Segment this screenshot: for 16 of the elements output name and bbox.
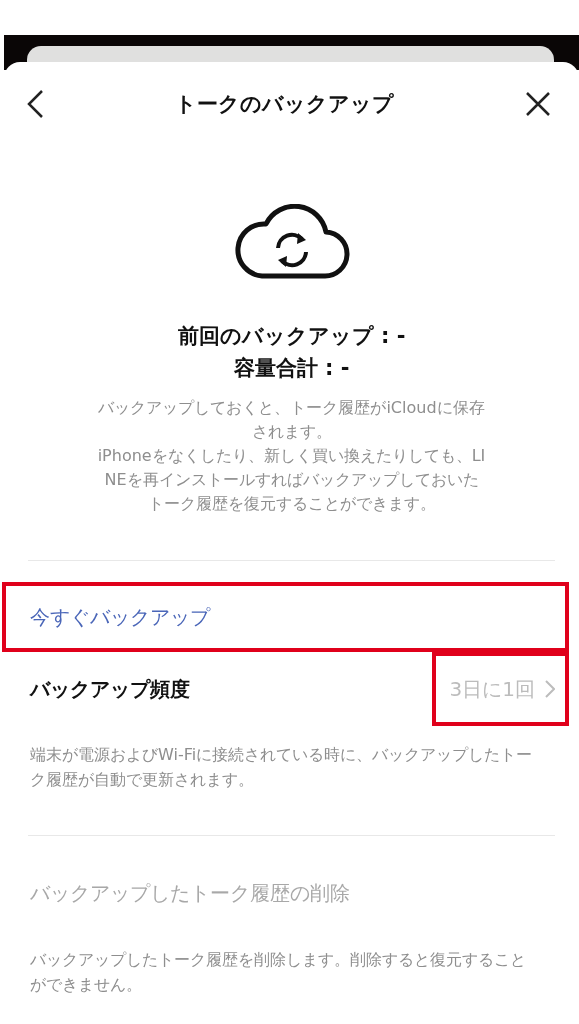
backup-now-button[interactable]: 今すぐバックアップ xyxy=(30,603,210,631)
back-icon xyxy=(26,89,44,119)
frequency-note: 端末が電源およびWi-Fiに接続されている時に、バックアップしたトーク履歴が自動で更新されます。 xyxy=(29,744,534,791)
status-text: 前回のバックアップ : - xyxy=(176,323,407,350)
cloud-sync-icon xyxy=(233,204,350,280)
back-button[interactable] xyxy=(26,89,44,119)
description-text: バックアップしておくと、トーク履歴がiCloudに保存されます。 xyxy=(97,397,486,443)
screen-title: トークのバックアップ xyxy=(175,91,394,118)
frequency-value-button[interactable]: 3日に1回 xyxy=(431,652,569,726)
description-text: iPhoneをなくしたり、新しく買い換えたりしても、LINEを再インストールすればバックアップしておいたトーク履歴を復元することができます。 xyxy=(96,445,487,515)
close-button[interactable] xyxy=(525,91,551,117)
chevron-icon xyxy=(545,680,555,698)
delete-note: バックアップしたトーク履歴を削除します。削除すると復元することができません。 xyxy=(29,949,527,996)
status-text: 容量合計 : - xyxy=(232,355,351,382)
close-icon xyxy=(525,91,551,117)
frequency-label: バックアップ頻度 xyxy=(30,675,190,703)
